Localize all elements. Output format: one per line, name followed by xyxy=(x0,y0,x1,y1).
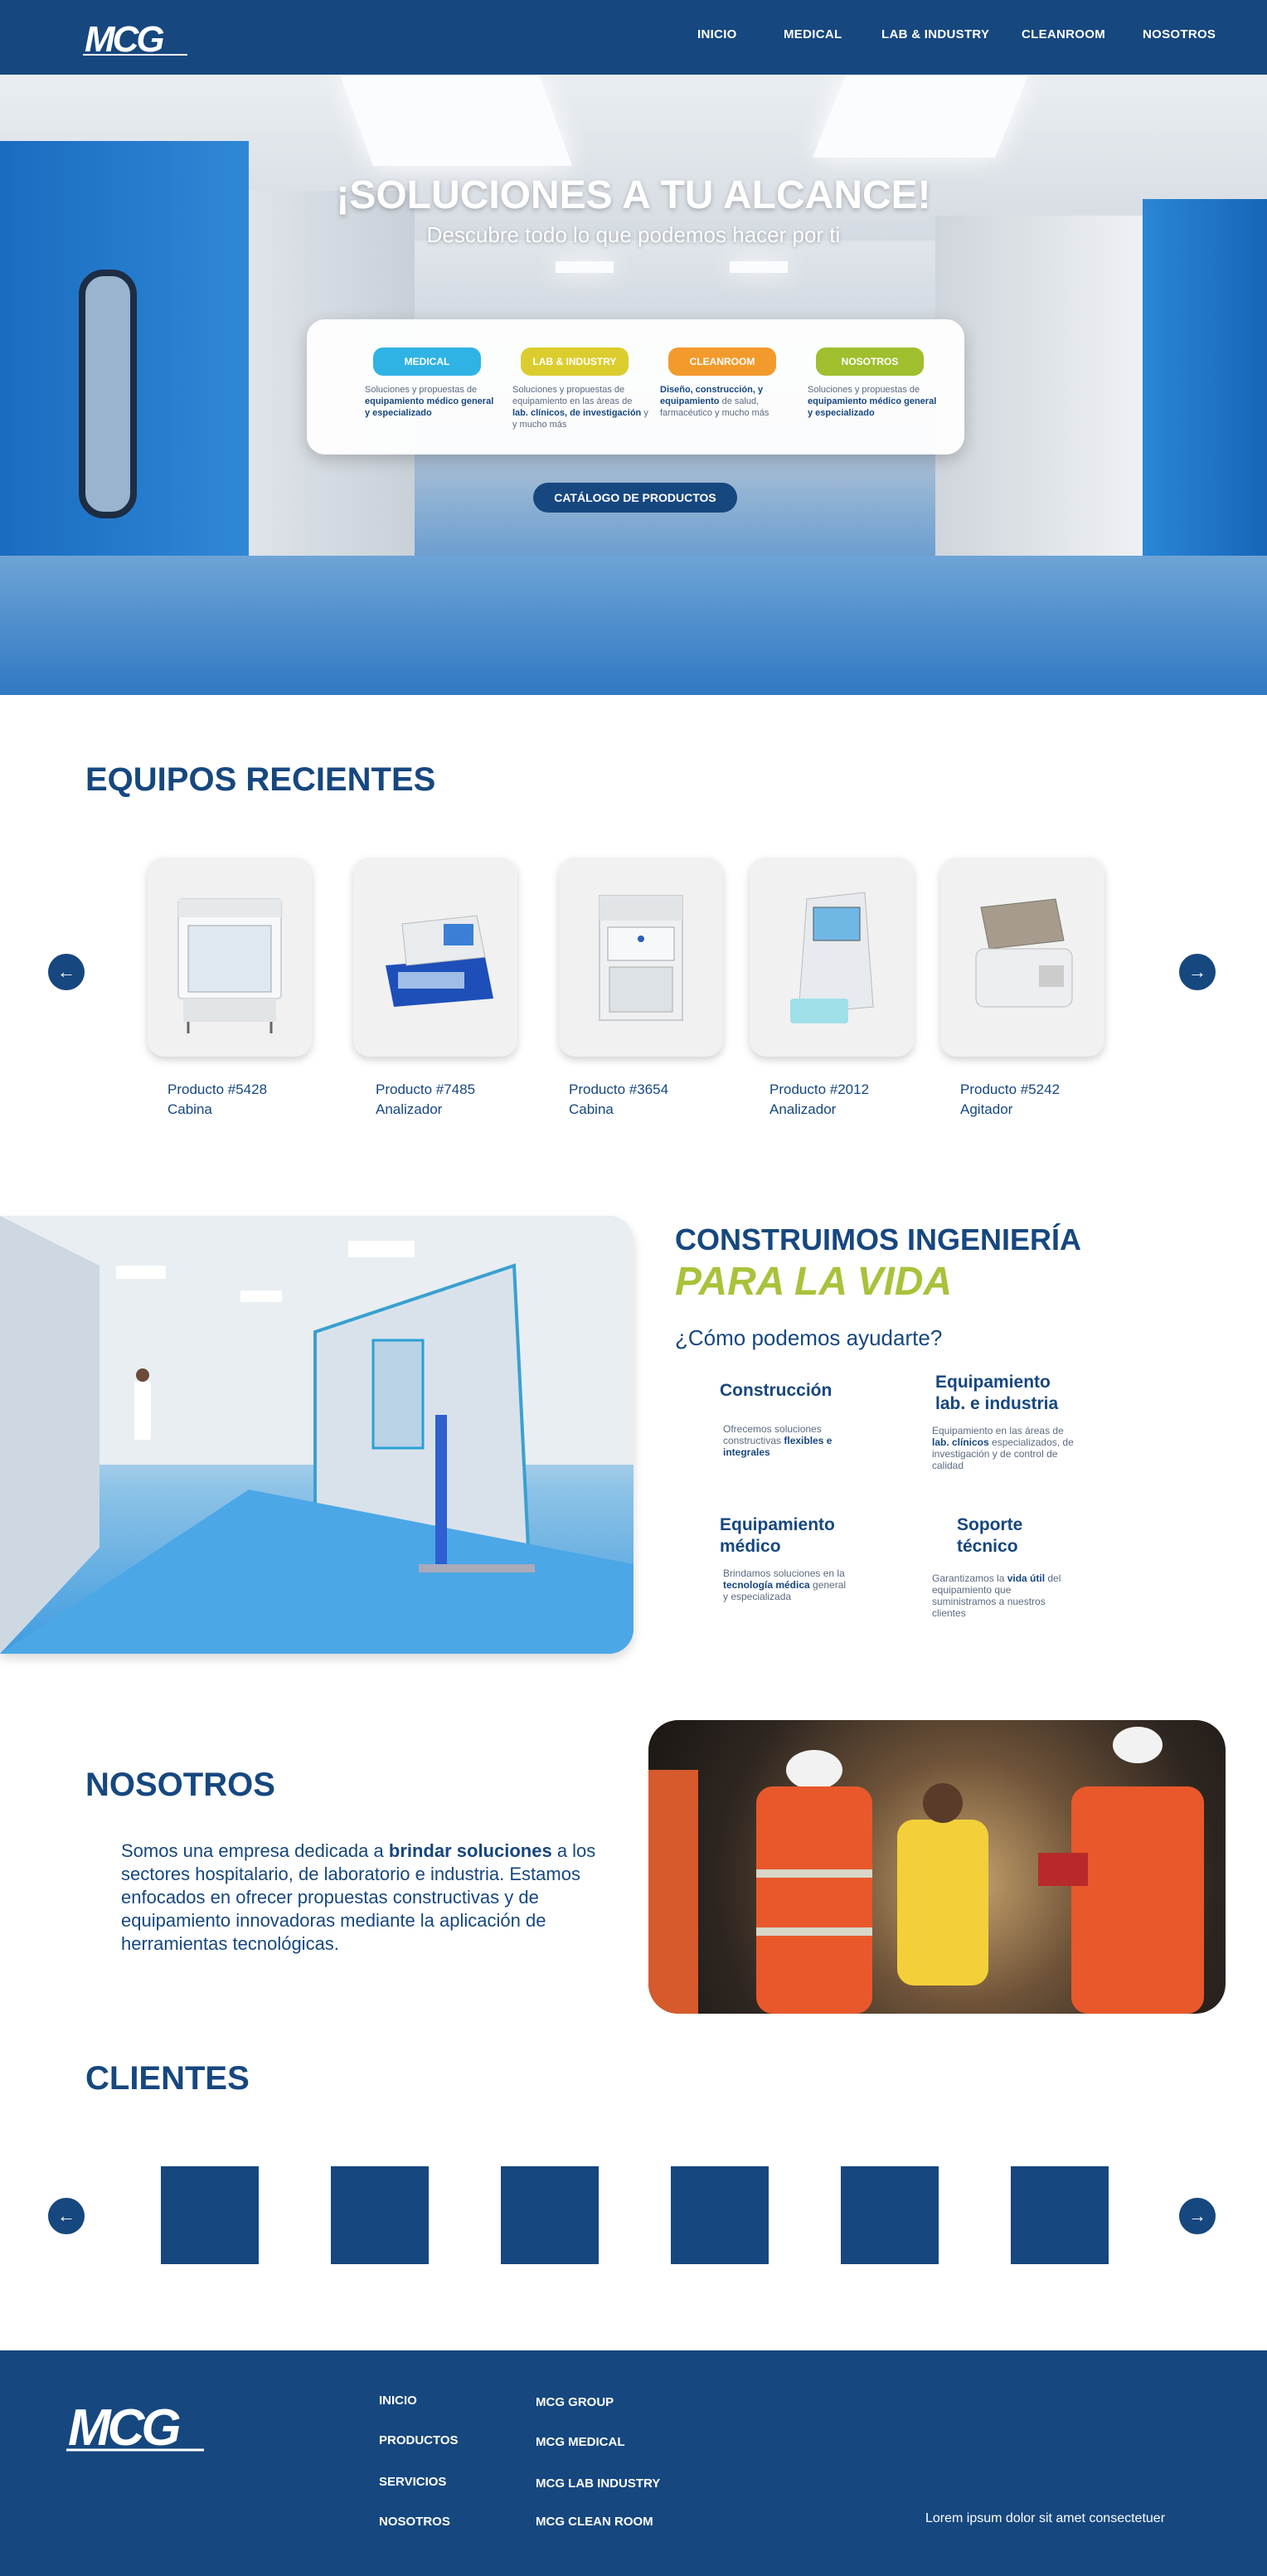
recent-prev-arrow-icon[interactable]: ← xyxy=(48,954,85,990)
workers-photo xyxy=(648,1720,1226,2014)
client-logo[interactable] xyxy=(501,2166,599,2264)
product-card[interactable] xyxy=(559,858,723,1057)
ceiling-light xyxy=(730,261,788,273)
service-soporte-title: Soporte técnico xyxy=(957,1515,1023,1556)
ceiling-light xyxy=(339,75,573,166)
nav-lab-industry[interactable]: LAB & INDUSTRY xyxy=(881,27,989,41)
footer-link-mcg-clean-room[interactable]: MCG CLEAN ROOM xyxy=(536,2515,653,2529)
footer-link-servicios[interactable]: SERVICIOS xyxy=(379,2475,446,2489)
hero-door-window xyxy=(79,270,137,518)
footer-link-productos[interactable]: PRODUCTOS xyxy=(379,2433,459,2447)
client-logo[interactable] xyxy=(841,2166,939,2264)
clients-prev-arrow-icon[interactable]: ← xyxy=(48,2198,85,2234)
footer-link-mcg-medical[interactable]: MCG MEDICAL xyxy=(536,2435,625,2449)
category-nosotros-desc: Soluciones y propuestas de equipamiento … xyxy=(808,385,937,418)
hero-floor xyxy=(0,556,1267,695)
footer-link-nosotros[interactable]: NOSOTROS xyxy=(379,2515,450,2529)
service-soporte-desc: Garantizamos la vida útil del equipamien… xyxy=(932,1572,1061,1619)
product-card[interactable] xyxy=(940,858,1104,1057)
top-navigation: MCG INICIO MEDICAL LAB & INDUSTRY CLEANR… xyxy=(0,0,1267,75)
client-logo[interactable] xyxy=(331,2166,429,2264)
footer-mcg-logo[interactable]: MCG xyxy=(66,2399,207,2457)
about-title: NOSOTROS xyxy=(85,1767,275,1803)
biosafety-cabinet-icon xyxy=(177,898,282,1033)
category-cleanroom: CLEANROOM Diseño, construcción, y equipa… xyxy=(660,348,796,419)
client-logo[interactable] xyxy=(1011,2166,1109,2264)
product-label: Producto #2012 Analizador xyxy=(769,1081,870,1117)
category-nosotros: NOSOTROS Soluciones y propuestas de equi… xyxy=(808,348,944,419)
hero-title: ¡SOLUCIONES A TU ALCANCE! xyxy=(336,173,931,217)
help-question: ¿Cómo podemos ayudarte? xyxy=(675,1325,943,1350)
product-label: Producto #7485 Analizador xyxy=(376,1081,476,1117)
build-title: CONSTRUIMOS INGENIERÍA xyxy=(675,1222,1082,1256)
category-nosotros-button[interactable]: NOSOTROS xyxy=(816,348,924,376)
product-card[interactable] xyxy=(353,858,517,1057)
nav-nosotros[interactable]: NOSOTROS xyxy=(1143,27,1216,41)
product-card[interactable] xyxy=(750,858,914,1057)
nav-cleanroom[interactable]: CLEANROOM xyxy=(1022,27,1105,41)
nav-medical[interactable]: MEDICAL xyxy=(784,27,842,41)
footer-link-mcg-lab-industry[interactable]: MCG LAB INDUSTRY xyxy=(536,2476,660,2491)
category-medical-desc: Soluciones y propuestas de equipamiento … xyxy=(365,385,494,418)
svg-text:MCG: MCG xyxy=(85,19,163,58)
category-card: MEDICAL Soluciones y propuestas de equip… xyxy=(307,319,964,454)
analyzer-icon xyxy=(790,892,874,1023)
category-lab-industry-button[interactable]: LAB & INDUSTRY xyxy=(521,348,629,376)
cleanroom-photo xyxy=(0,1216,634,1654)
footer-link-mcg-group[interactable]: MCG GROUP xyxy=(536,2395,614,2409)
about-text: Somos una empresa dedicada a brindar sol… xyxy=(121,1840,596,1954)
svg-text:MCG: MCG xyxy=(68,2399,180,2453)
service-construccion-title: Construcción xyxy=(720,1381,833,1400)
recent-equipment-title: EQUIPOS RECIENTES xyxy=(85,761,436,798)
shaker-icon xyxy=(975,898,1073,1008)
clients-next-arrow-icon[interactable]: → xyxy=(1179,2198,1216,2234)
product-label: Producto #3654 Cabina xyxy=(569,1081,669,1117)
catalog-button[interactable]: CATÁLOGO DE PRODUCTOS xyxy=(533,483,737,513)
mcg-logo[interactable]: MCG xyxy=(83,18,189,60)
category-lab-industry: LAB & INDUSTRY Soluciones y propuestas d… xyxy=(512,348,648,430)
elisa-washer-icon xyxy=(386,915,493,1007)
service-construccion-desc: Ofrecemos soluciones constructivas flexi… xyxy=(723,1423,833,1458)
footer-link-inicio[interactable]: INICIO xyxy=(379,2394,417,2408)
nav-inicio[interactable]: INICIO xyxy=(697,27,737,41)
ceiling-light xyxy=(556,261,614,273)
clients-title: CLIENTES xyxy=(85,2060,250,2097)
service-lab-industria-desc: Equipamiento en las áreas de lab. clínic… xyxy=(932,1425,1074,1471)
footer: MCG INICIO PRODUCTOS SERVICIOS NOSOTROS … xyxy=(0,2350,1267,2576)
product-label: Producto #5242 Agitador xyxy=(960,1081,1061,1117)
client-logo[interactable] xyxy=(671,2166,769,2264)
build-title-accent: PARA LA VIDA xyxy=(675,1260,953,1304)
cabinet-icon xyxy=(599,895,683,1021)
service-medico-desc: Brindamos soluciones en la tecnología mé… xyxy=(723,1567,847,1602)
footer-text: Lorem ipsum dolor sit amet consectetuer xyxy=(925,2511,1166,2525)
product-card[interactable] xyxy=(148,858,312,1057)
category-cleanroom-desc: Diseño, construcción, y equipamiento de … xyxy=(660,385,769,418)
category-medical-button[interactable]: MEDICAL xyxy=(373,348,481,376)
ceiling-light xyxy=(812,75,1029,158)
product-label: Producto #5428 Cabina xyxy=(167,1081,268,1117)
client-logo[interactable] xyxy=(161,2166,259,2264)
category-cleanroom-button[interactable]: CLEANROOM xyxy=(668,348,776,376)
service-lab-industria-title: Equipamiento lab. e industria xyxy=(935,1373,1059,1413)
service-medico-title: Equipamiento médico xyxy=(720,1515,835,1556)
hero-subtitle: Descubre todo lo que podemos hacer por t… xyxy=(426,222,841,247)
category-medical: MEDICAL Soluciones y propuestas de equip… xyxy=(365,348,501,419)
category-lab-industry-desc: Soluciones y propuestas de equipamiento … xyxy=(512,385,648,430)
recent-next-arrow-icon[interactable]: → xyxy=(1179,954,1216,990)
